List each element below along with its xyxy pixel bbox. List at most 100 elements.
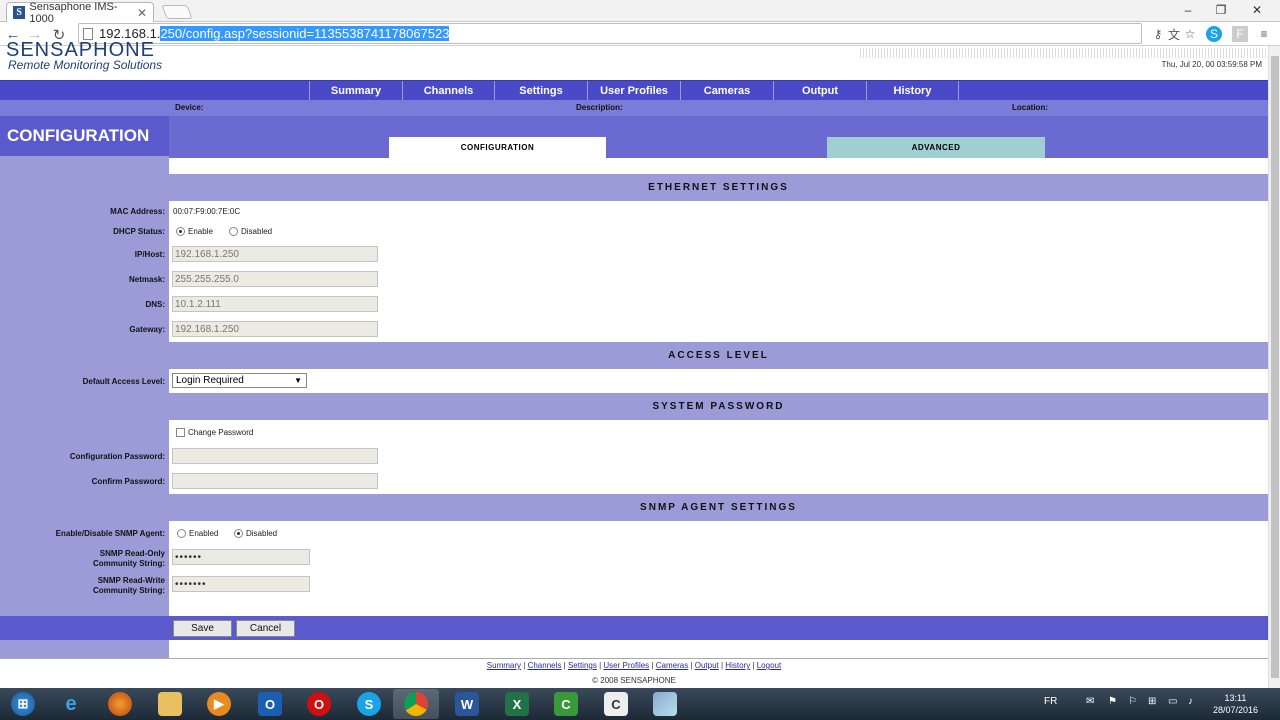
menu-user-profiles[interactable]: User Profiles xyxy=(587,81,680,101)
close-tab-icon[interactable]: ✕ xyxy=(137,6,147,20)
footer-link-history[interactable]: History xyxy=(725,661,750,670)
dhcp-enable-radio[interactable] xyxy=(176,227,185,237)
f-extension-icon[interactable]: F xyxy=(1232,26,1248,42)
dns-field[interactable]: 10.1.2.111 xyxy=(172,296,378,312)
snmp-enabled-radio[interactable] xyxy=(177,529,186,539)
clock-time: 13:11 xyxy=(1224,693,1247,703)
menu-cameras[interactable]: Cameras xyxy=(680,81,773,101)
menu-settings[interactable]: Settings xyxy=(494,81,587,101)
ip-label: IP/Host: xyxy=(134,250,165,259)
netmask-field[interactable]: 255.255.255.0 xyxy=(172,271,378,287)
menu-history[interactable]: History xyxy=(866,81,959,101)
bookmark-star-icon[interactable]: ☆ xyxy=(1182,26,1198,42)
taskbar-camtasia-2[interactable]: C xyxy=(593,689,639,719)
gateway-field[interactable]: 192.168.1.250 xyxy=(172,321,378,337)
taskbar-excel[interactable]: X xyxy=(494,689,540,719)
page-scrollbar[interactable] xyxy=(1268,46,1280,688)
power-tray-icon[interactable]: ▭ xyxy=(1168,696,1177,707)
footer-link-cameras[interactable]: Cameras xyxy=(656,661,688,670)
key-icon[interactable]: ⚷ xyxy=(1150,26,1166,42)
taskbar-outlook[interactable]: O xyxy=(247,689,293,719)
outlook-tray-icon[interactable]: ✉ xyxy=(1086,696,1094,707)
camtasia-icon: C xyxy=(554,692,578,716)
address-bar[interactable]: 192.168.1. 250/config.asp?sessionid=11355… xyxy=(78,23,1142,44)
ip-field[interactable]: 192.168.1.250 xyxy=(172,246,378,262)
cancel-button[interactable]: Cancel xyxy=(236,620,295,637)
footer-link-output[interactable]: Output xyxy=(695,661,719,670)
skype-extension-icon[interactable]: S xyxy=(1206,26,1222,42)
translate-icon[interactable]: 文 xyxy=(1166,26,1182,42)
internet-explorer-icon: e xyxy=(65,692,77,715)
footer-link-summary[interactable]: Summary xyxy=(487,661,521,670)
maximize-icon[interactable]: ❐ xyxy=(1206,0,1236,20)
snmp-disabled-radio[interactable] xyxy=(234,529,243,539)
snmp-rw-field[interactable]: ••••••• xyxy=(172,576,310,592)
taskbar-app[interactable] xyxy=(642,689,688,719)
snmp-disabled-option[interactable]: Disabled xyxy=(234,529,277,539)
menu-output[interactable]: Output xyxy=(773,81,866,101)
mac-value: 00:07:F9:00:7E:0C xyxy=(173,207,241,216)
opera-icon: O xyxy=(307,692,331,716)
new-tab-button[interactable] xyxy=(161,5,193,19)
volume-tray-icon[interactable]: ♪ xyxy=(1188,696,1193,707)
tab-configuration[interactable]: CONFIGURATION xyxy=(389,137,606,158)
taskbar-opera[interactable]: O xyxy=(296,689,342,719)
browser-tab-strip: S Sensaphone IMS-1000 ✕ – ❐ ✕ xyxy=(0,0,1280,25)
footer-link-settings[interactable]: Settings xyxy=(568,661,597,670)
scrollbar-thumb[interactable] xyxy=(1271,56,1279,678)
outlook-icon: O xyxy=(258,692,282,716)
footer-sep: | xyxy=(563,661,566,670)
dhcp-disabled-radio[interactable] xyxy=(229,227,238,237)
footer-link-user-profiles[interactable]: User Profiles xyxy=(603,661,649,670)
logo-tagline: Remote Monitoring Solutions xyxy=(8,58,163,72)
dhcp-label: DHCP Status: xyxy=(113,227,165,236)
flag-tray-icon[interactable]: ⚐ xyxy=(1128,696,1137,707)
config-password-field[interactable] xyxy=(172,448,378,464)
save-button[interactable]: Save xyxy=(173,620,232,637)
snmp-ro-field[interactable]: •••••• xyxy=(172,549,310,565)
snmp-rw-label-line2: Community String: xyxy=(93,586,165,595)
logo-text: SENSAPHONE xyxy=(6,39,155,61)
network-tray-icon[interactable]: ⚑ xyxy=(1108,696,1117,707)
snmp-enabled-option[interactable]: Enabled xyxy=(177,529,219,539)
language-indicator[interactable]: FR xyxy=(1044,696,1057,707)
taskbar-clock[interactable]: 13:11 28/07/2016 xyxy=(1213,692,1258,716)
taskbar-camtasia-1[interactable]: C xyxy=(543,689,589,719)
taskbar-firefox[interactable] xyxy=(97,689,143,719)
snmp-enabled-label: Enabled xyxy=(189,529,219,538)
taskbar-media[interactable]: ▶ xyxy=(196,689,242,719)
change-password-option[interactable]: Change Password xyxy=(176,428,253,438)
dhcp-enable-label: Enable xyxy=(188,227,213,236)
confirm-password-field[interactable] xyxy=(172,473,378,489)
taskbar-chrome[interactable] xyxy=(393,689,439,719)
confirm-password-label: Confirm Password: xyxy=(91,477,165,486)
start-button[interactable]: ⊞ xyxy=(0,689,46,719)
footer-sep: | xyxy=(720,661,724,670)
footer-link-logout[interactable]: Logout xyxy=(757,661,781,670)
main-menu: Summary Channels Settings User Profiles … xyxy=(0,80,1268,101)
minimize-icon[interactable]: – xyxy=(1170,0,1206,20)
menu-channels[interactable]: Channels xyxy=(402,81,494,101)
footer-sep: | xyxy=(599,661,602,670)
taskbar-word[interactable]: W xyxy=(444,689,490,719)
taskbar-explorer[interactable] xyxy=(147,689,193,719)
close-window-icon[interactable]: ✕ xyxy=(1236,0,1278,20)
footer-link-channels[interactable]: Channels xyxy=(528,661,562,670)
camtasia-recorder-icon: C xyxy=(604,692,628,716)
menu-summary[interactable]: Summary xyxy=(309,81,402,101)
taskbar-ie[interactable]: e xyxy=(48,689,94,719)
dhcp-disabled-option[interactable]: Disabled xyxy=(229,227,272,237)
wifi-tray-icon[interactable]: ⊞ xyxy=(1148,696,1156,707)
mac-label: MAC Address: xyxy=(110,207,165,216)
taskbar-skype[interactable]: S xyxy=(346,689,392,719)
snmp-panel xyxy=(169,521,1268,616)
change-password-checkbox[interactable] xyxy=(176,428,185,438)
sensaphone-favicon-icon: S xyxy=(13,6,26,19)
browser-tab[interactable]: S Sensaphone IMS-1000 ✕ xyxy=(6,1,154,25)
menu-icon[interactable]: ≡ xyxy=(1256,26,1272,42)
tab-advanced[interactable]: ADVANCED xyxy=(827,137,1045,158)
device-info-bar: Device: Description: Location: xyxy=(0,100,1268,116)
page-title: CONFIGURATION xyxy=(0,116,169,156)
access-level-select[interactable]: Login Required ▼ xyxy=(172,373,307,388)
dhcp-enable-option[interactable]: Enable xyxy=(176,227,213,237)
